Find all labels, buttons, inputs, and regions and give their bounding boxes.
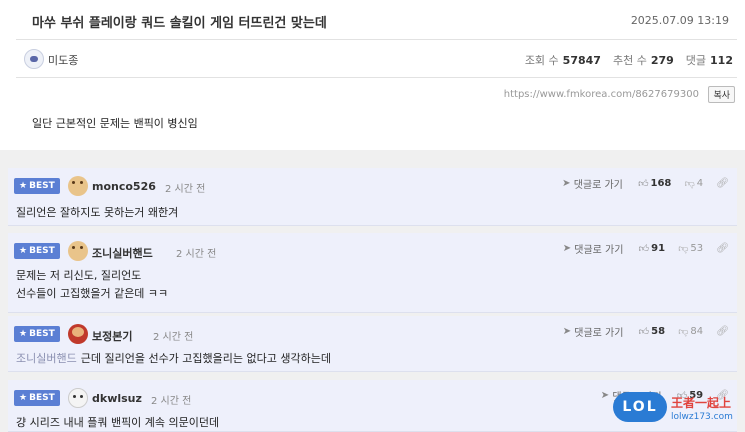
upvote-count: 59 <box>689 390 704 401</box>
comment-header: ★ BEST monco526 2 시간 전 ➤ 댓글로 가기 👍︎ 168 👎︎ 4… <box>8 168 737 198</box>
copy-url-button[interactable]: 복사 <box>708 86 735 103</box>
comment-item: ★ BEST monco526 2 시간 전 ➤ 댓글로 가기 👍︎ 168 👎︎ 4… <box>8 168 737 226</box>
comment-actions: ➤ 댓글로 가기 👍︎ 168 👎︎ 4 🔗︎ <box>562 176 729 192</box>
send-icon: ➤ <box>562 243 572 254</box>
post-body: 일단 근본적인 문제는 밴픽이 병신임 <box>32 117 198 130</box>
comment-line: 문제는 저 리신도, 질리언도 <box>16 269 142 282</box>
character-icon[interactable] <box>68 324 88 344</box>
comment-author[interactable]: 보정본기 <box>92 328 132 344</box>
thumbs-up-icon[interactable]: 👍︎ <box>677 391 687 402</box>
best-badge: ★ BEST <box>14 243 60 259</box>
comment-header: ★ BEST 조니실버핸드 2 시간 전 ➤ 댓글로 가기 👍︎ 91 👎︎ 53 🔗… <box>8 233 737 263</box>
comments-label: 댓글 <box>685 54 707 67</box>
upvote-count: 168 <box>650 178 672 189</box>
comment-body: 문제는 저 리신도, 질리언도 선수들이 고집했을거 같은데 ㅋㅋ <box>16 267 168 303</box>
star-icon: ★ <box>19 393 28 403</box>
reply-link[interactable]: 댓글로 가기 <box>574 328 623 339</box>
send-icon: ➤ <box>562 178 571 189</box>
best-badge: ★ BEST <box>14 326 60 342</box>
thumbs-down-icon[interactable]: 👎︎ <box>678 327 688 338</box>
post-stats: 조회 수 57847 추천 수 279 댓글 112 <box>525 52 733 68</box>
comment-body: 조니실버핸드 근데 질리언을 선수가 고집했을리는 없다고 생각하는데 <box>16 350 331 368</box>
author-row: 미도종 조회 수 57847 추천 수 279 댓글 112 <box>16 40 737 78</box>
thumbs-down-icon[interactable]: 👎︎ <box>685 179 695 190</box>
upvote-count: 91 <box>651 243 666 254</box>
comment-author[interactable]: 조니실버핸드 <box>92 245 153 261</box>
post-url[interactable]: https://www.fmkorea.com/8627679300 <box>504 89 699 100</box>
star-icon: ★ <box>19 181 28 191</box>
comment-time: 2 시간 전 <box>165 184 206 195</box>
thumbs-up-icon[interactable]: 👍︎ <box>638 179 648 190</box>
thumbs-up-icon[interactable]: 👍︎ <box>639 244 649 255</box>
post-url-row: https://www.fmkorea.com/8627679300 복사 <box>504 86 735 103</box>
reply-link[interactable]: 댓글로 가기 <box>612 392 661 403</box>
link-icon[interactable]: 🔗︎ <box>716 390 729 401</box>
comment-header: ★ BEST 보정본기 2 시간 전 ➤ 댓글로 가기 👍︎ 58 👎︎ 84 🔗︎ <box>8 316 737 346</box>
send-icon: ➤ <box>562 326 572 337</box>
author-avatar[interactable] <box>24 49 44 69</box>
reply-link[interactable]: 댓글로 가기 <box>574 245 623 256</box>
best-badge: ★ BEST <box>14 178 60 194</box>
comment-actions: ➤ 댓글로 가기 👍︎ 91 👎︎ 53 🔗︎ <box>563 241 729 257</box>
thumbs-down-icon[interactable]: 👎︎ <box>678 244 688 255</box>
views-label: 조회 수 <box>524 54 559 67</box>
comment-author[interactable]: monco526 <box>92 180 156 193</box>
recommends-count: 279 <box>650 54 674 67</box>
post-title: 마쑤 부쉬 플레이랑 쿼드 솔킬이 게임 터뜨린건 맞는데 <box>32 16 327 31</box>
downvote-count: 84 <box>690 326 704 337</box>
comment-header: ★ BEST dkwlsuz 2 시간 전 ➤ 댓글로 가기 👍︎ 59 🔗︎ <box>8 380 737 410</box>
comment-item: ★ BEST 조니실버핸드 2 시간 전 ➤ 댓글로 가기 👍︎ 91 👎︎ 53 🔗… <box>8 233 737 313</box>
thumbs-up-icon[interactable]: 👍︎ <box>639 327 649 338</box>
comment-line: 선수들이 고집했을거 같은데 ㅋㅋ <box>16 287 169 300</box>
post-header: 마쑤 부쉬 플레이랑 쿼드 솔킬이 게임 터뜨린건 맞는데 2025.07.09… <box>16 0 737 40</box>
comments-count: 112 <box>710 54 733 67</box>
comment-line: 걍 시리즈 내내 플쿼 밴픽이 계속 의문이던데 <box>16 416 220 429</box>
comment-line: 근데 질리언을 선수가 고집했을리는 없다고 생각하는데 <box>80 352 331 365</box>
post-card: 마쑤 부쉬 플레이랑 쿼드 솔킬이 게임 터뜨린건 맞는데 2025.07.09… <box>0 0 745 150</box>
downvote-count: 4 <box>696 178 704 189</box>
link-icon[interactable]: 🔗︎ <box>716 178 729 189</box>
star-icon: ★ <box>19 246 28 256</box>
link-icon[interactable]: 🔗︎ <box>716 326 729 337</box>
dog-icon[interactable] <box>68 241 88 261</box>
views-count: 57847 <box>562 54 601 67</box>
reply-link[interactable]: 댓글로 가기 <box>574 180 623 191</box>
comment-author[interactable]: dkwlsuz <box>92 392 142 405</box>
best-badge: ★ BEST <box>14 390 60 406</box>
recommends-label: 추천 수 <box>612 54 647 67</box>
upvote-count: 58 <box>651 326 666 337</box>
comment-item: ★ BEST dkwlsuz 2 시간 전 ➤ 댓글로 가기 👍︎ 59 🔗︎ 걍 … <box>8 380 737 432</box>
white-dog-icon[interactable] <box>68 388 88 408</box>
send-icon: ➤ <box>600 390 610 401</box>
comment-body: 걍 시리즈 내내 플쿼 밴픽이 계속 의문이던데 <box>16 414 219 432</box>
comment-actions: ➤ 댓글로 가기 👍︎ 58 👎︎ 84 🔗︎ <box>563 324 729 340</box>
dog-icon[interactable] <box>68 176 88 196</box>
comment-item: ★ BEST 보정본기 2 시간 전 ➤ 댓글로 가기 👍︎ 58 👎︎ 84 🔗︎ … <box>8 316 737 372</box>
comment-time: 2 시간 전 <box>151 396 192 407</box>
author-name[interactable]: 미도종 <box>48 52 78 68</box>
comment-time: 2 시간 전 <box>153 332 194 343</box>
comment-time: 2 시간 전 <box>176 249 217 260</box>
downvote-count: 53 <box>690 243 704 254</box>
comment-body: 질리언은 잘하지도 못하는거 왜한겨 <box>16 204 178 222</box>
comment-actions: ➤ 댓글로 가기 👍︎ 59 🔗︎ <box>601 388 729 404</box>
star-icon: ★ <box>19 329 28 339</box>
reply-mention[interactable]: 조니실버핸드 <box>16 352 77 365</box>
comment-line: 질리언은 잘하지도 못하는거 왜한겨 <box>16 206 179 219</box>
link-icon[interactable]: 🔗︎ <box>716 243 729 254</box>
post-date: 2025.07.09 13:19 <box>630 14 729 27</box>
